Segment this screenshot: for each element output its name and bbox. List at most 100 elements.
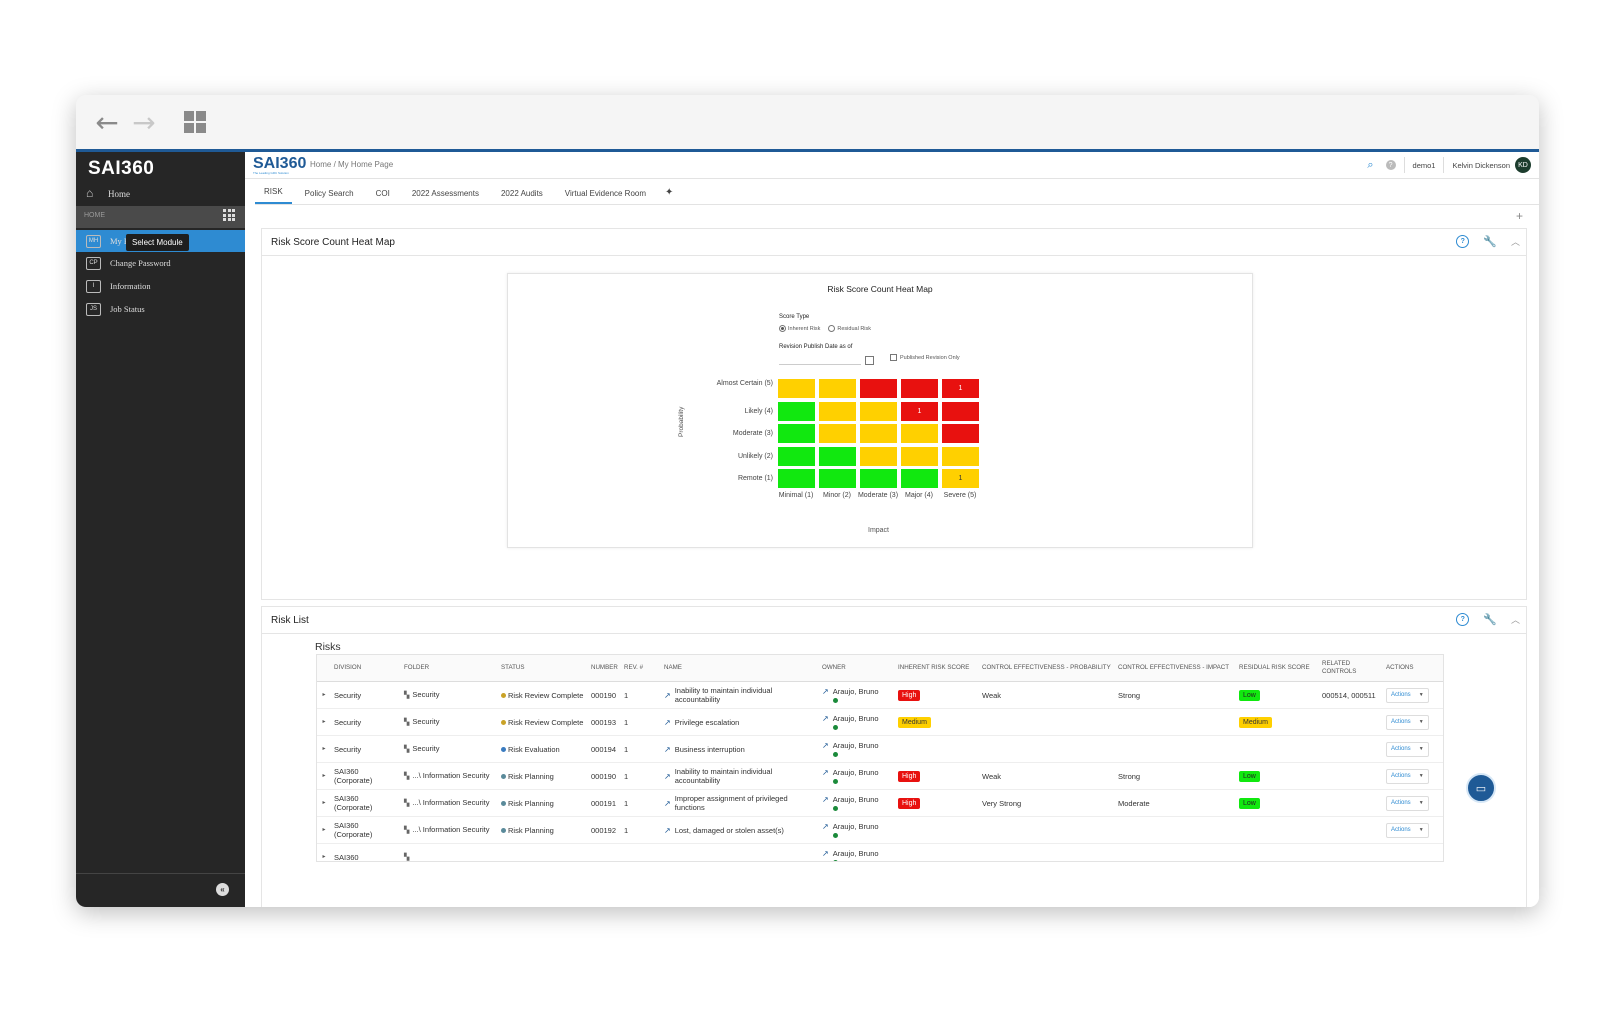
heatmap-cell[interactable]: [818, 468, 857, 489]
collapse-sidebar-button[interactable]: «: [216, 883, 229, 896]
table-row[interactable]: ▸ Security ▚ Security Risk Review Complete 00…: [317, 708, 1443, 736]
external-link-icon[interactable]: ↗: [664, 718, 671, 727]
chevron-right-icon[interactable]: ▸: [322, 692, 325, 698]
inherent-risk-radio[interactable]: [779, 325, 786, 332]
heatmap-cell[interactable]: 1: [941, 378, 980, 399]
column-header[interactable]: NAME: [661, 655, 819, 682]
chevron-right-icon[interactable]: ▸: [322, 719, 325, 725]
column-header[interactable]: STATUS: [498, 655, 588, 682]
risk-name-link[interactable]: ↗ Business interruption: [664, 745, 816, 754]
actions-button[interactable]: Actions ▼: [1386, 795, 1429, 811]
heatmap-cell[interactable]: [900, 445, 939, 467]
owner-link[interactable]: ↗ Araujo, Bruno: [822, 849, 879, 858]
tab-2022-audits[interactable]: 2022 Audits: [492, 189, 552, 204]
risk-name-link[interactable]: ↗ Improper assignment of privileged funct…: [664, 794, 816, 812]
help-icon[interactable]: ?: [1456, 613, 1470, 626]
heatmap-cell[interactable]: [941, 400, 980, 422]
external-link-icon[interactable]: ↗: [822, 687, 829, 696]
revision-date-input[interactable]: [779, 354, 861, 365]
help-icon[interactable]: ?: [1385, 160, 1396, 170]
heatmap-cell[interactable]: [900, 468, 939, 489]
chevron-right-icon[interactable]: ▸: [322, 746, 325, 752]
actions-button[interactable]: Actions ▼: [1386, 768, 1429, 784]
column-header[interactable]: OWNER: [819, 655, 895, 682]
user-name[interactable]: Kelvin Dickenson: [1452, 161, 1510, 170]
calendar-icon[interactable]: [865, 356, 874, 365]
heatmap-cell[interactable]: [859, 445, 898, 467]
heatmap-cell[interactable]: [859, 400, 898, 422]
column-header[interactable]: RESIDUAL RISK SCORE: [1236, 655, 1319, 682]
chevron-right-icon[interactable]: ▸: [322, 827, 325, 833]
heatmap-cell[interactable]: [818, 400, 857, 422]
tab-virtual-evidence-room[interactable]: Virtual Evidence Room: [556, 189, 655, 204]
table-row[interactable]: ▸ SAI360 ▚ ↗ Araujo, Bruno: [317, 843, 1443, 861]
risk-name-link[interactable]: ↗ Privilege escalation: [664, 718, 816, 727]
chevron-up-icon[interactable]: ︿: [1511, 613, 1520, 626]
sidebar-item-information[interactable]: I Information: [76, 275, 245, 297]
tab-policy-search[interactable]: Policy Search: [296, 189, 363, 204]
add-tab-icon[interactable]: ✦: [659, 187, 679, 204]
column-header[interactable]: NUMBER: [588, 655, 621, 682]
heatmap-cell[interactable]: [777, 400, 816, 422]
heatmap-cell[interactable]: [859, 423, 898, 444]
owner-link[interactable]: ↗ Araujo, Bruno: [822, 741, 879, 750]
owner-link[interactable]: ↗ Araujo, Bruno: [822, 714, 879, 723]
external-link-icon[interactable]: ↗: [664, 772, 671, 781]
actions-button[interactable]: Actions ▼: [1386, 741, 1429, 757]
heatmap-cell[interactable]: [777, 445, 816, 467]
heatmap-cell[interactable]: 1: [941, 468, 980, 489]
chat-icon[interactable]: ▭: [1466, 773, 1496, 803]
module-grid-icon[interactable]: [223, 209, 235, 221]
column-header[interactable]: FOLDER: [401, 655, 498, 682]
external-link-icon[interactable]: ↗: [664, 799, 671, 808]
heatmap-cell[interactable]: [900, 378, 939, 399]
column-header[interactable]: INHERENT RISK SCORE: [895, 655, 979, 682]
heatmap-cell[interactable]: [900, 423, 939, 444]
column-header[interactable]: REV. #: [621, 655, 661, 682]
heatmap-cell[interactable]: [859, 378, 898, 399]
arrow-left-icon[interactable]: ←: [92, 106, 122, 139]
search-icon[interactable]: ⌕: [1367, 158, 1373, 172]
actions-button[interactable]: Actions ▼: [1386, 714, 1429, 730]
wrench-icon[interactable]: 🔧: [1483, 235, 1497, 248]
actions-button[interactable]: Actions ▼: [1386, 822, 1429, 838]
chevron-right-icon[interactable]: ▸: [322, 800, 325, 806]
column-header[interactable]: DIVISION: [331, 655, 401, 682]
heatmap-cell[interactable]: [859, 468, 898, 489]
external-link-icon[interactable]: ↗: [822, 741, 829, 750]
heatmap-cell[interactable]: [941, 423, 980, 444]
avatar[interactable]: KD: [1515, 157, 1531, 173]
external-link-icon[interactable]: ↗: [822, 849, 829, 858]
external-link-icon[interactable]: ↗: [664, 691, 671, 700]
risk-name-link[interactable]: ↗ Inability to maintain individual accoun…: [664, 767, 816, 785]
tab-coi[interactable]: COI: [367, 189, 399, 204]
owner-link[interactable]: ↗ Araujo, Bruno: [822, 822, 879, 831]
sidebar-home-link[interactable]: ⌂ Home: [86, 186, 130, 201]
external-link-icon[interactable]: ↗: [822, 714, 829, 723]
risk-name-link[interactable]: ↗ Inability to maintain individual accoun…: [664, 686, 816, 704]
external-link-icon[interactable]: ↗: [822, 795, 829, 804]
external-link-icon[interactable]: ↗: [822, 768, 829, 777]
heatmap-cell[interactable]: 1: [900, 400, 939, 422]
actions-button[interactable]: Actions ▼: [1386, 687, 1429, 703]
published-only-checkbox[interactable]: [890, 354, 897, 361]
external-link-icon[interactable]: ↗: [822, 822, 829, 831]
heatmap-cell[interactable]: [818, 445, 857, 467]
arrow-right-icon[interactable]: →: [129, 106, 159, 139]
heatmap-cell[interactable]: [941, 445, 980, 467]
header-logo[interactable]: SAI360 The Leading GRC Solution: [253, 155, 306, 175]
table-row[interactable]: ▸ Security ▚ Security Risk Review Complete 00…: [317, 681, 1443, 709]
sidebar-item-job-status[interactable]: JS Job Status: [76, 298, 245, 320]
chevron-up-icon[interactable]: ︿: [1511, 235, 1520, 248]
owner-link[interactable]: ↗ Araujo, Bruno: [822, 768, 879, 777]
tab-2022-assessments[interactable]: 2022 Assessments: [403, 189, 488, 204]
external-link-icon[interactable]: ↗: [664, 826, 671, 835]
wrench-icon[interactable]: 🔧: [1483, 613, 1497, 626]
heatmap-cell[interactable]: [818, 423, 857, 444]
add-panel-icon[interactable]: +: [1516, 209, 1523, 223]
table-row[interactable]: ▸ SAI360 (Corporate) ▚ ...\ Information Sec…: [317, 789, 1443, 817]
table-row[interactable]: ▸ SAI360 (Corporate) ▚ ...\ Information Sec…: [317, 816, 1443, 844]
heatmap-cell[interactable]: [818, 378, 857, 399]
external-link-icon[interactable]: ↗: [664, 745, 671, 754]
residual-risk-radio[interactable]: [828, 325, 836, 332]
